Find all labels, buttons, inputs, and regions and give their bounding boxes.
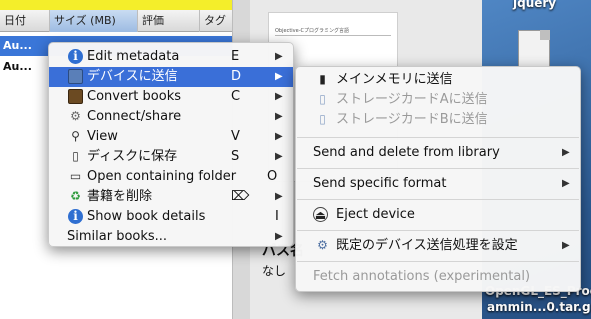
recycle-icon: ♻ — [70, 189, 81, 203]
menu-item-edit-metadata[interactable]: i Edit metadata E ▶ — [49, 47, 293, 67]
cover-title: Objective-Cプログラミング言語 — [275, 28, 350, 34]
details-value: なし — [262, 264, 287, 278]
menu-item-similar-books[interactable]: Similar books... ▶ — [49, 227, 293, 247]
send-to-device-submenu: ▮ メインメモリに送信 ▯ ストレージカードAに送信 ▯ ストレージカードBに送… — [295, 66, 581, 292]
connect-icon: ⚙ — [70, 109, 81, 123]
eject-icon: ⏏ — [313, 207, 328, 222]
submenu-arrow-icon: ▶ — [275, 191, 283, 202]
menu-item-connect-share[interactable]: ⚙ Connect/share ▶ — [49, 107, 293, 127]
menu-item-convert-books[interactable]: Convert books C ▶ — [49, 87, 293, 107]
menu-item-remove-books[interactable]: ♻ 書籍を削除 ⌦ ▶ — [49, 187, 293, 207]
cover-rule — [275, 35, 391, 36]
table-header: 日付 サイズ (MB) 評価 タグ — [0, 10, 245, 32]
column-header-rating[interactable]: 評価 — [138, 10, 200, 32]
menu-item-view[interactable]: ⚲ View V ▶ — [49, 127, 293, 147]
menu-item-send-card-b[interactable]: ▯ ストレージカードBに送信 — [296, 110, 580, 130]
menu-separator — [297, 261, 579, 262]
submenu-arrow-icon: ▶ — [562, 147, 570, 158]
menu-separator — [297, 230, 579, 231]
info-icon: i — [68, 209, 83, 224]
yellow-status-bar — [0, 0, 245, 10]
menu-item-send-to-device[interactable]: デバイスに送信 D ▶ — [49, 67, 293, 87]
submenu-arrow-icon: ▶ — [275, 231, 283, 242]
menu-item-default-send-action[interactable]: ⚙ 既定のデバイス送信処理を設定 ▶ — [296, 236, 580, 256]
menu-item-save-to-disk[interactable]: ▯ ディスクに保存 S ▶ — [49, 147, 293, 167]
menu-item-open-containing-folder[interactable]: ▭ Open containing folder O — [49, 167, 293, 187]
submenu-arrow-icon: ▶ — [275, 111, 283, 122]
submenu-arrow-icon: ▶ — [275, 151, 283, 162]
submenu-arrow-icon: ▶ — [275, 51, 283, 62]
column-header-date[interactable]: 日付 — [0, 10, 50, 32]
submenu-arrow-icon: ▶ — [562, 240, 570, 251]
desktop-label-jquery[interactable]: jquery — [513, 0, 556, 10]
desktop-file-label-cont[interactable]: ammin...0.tar.gz — [487, 300, 591, 314]
gear-icon: ⚙ — [317, 238, 328, 252]
menu-item-fetch-annotations[interactable]: Fetch annotations (experimental) — [296, 267, 580, 287]
disk-icon: ▯ — [72, 149, 79, 163]
menu-item-send-specific-format[interactable]: Send specific format ▶ — [296, 174, 580, 194]
document-icon[interactable] — [518, 30, 550, 70]
book-icon — [68, 89, 83, 104]
menu-item-send-main-memory[interactable]: ▮ メインメモリに送信 — [296, 70, 580, 90]
menu-item-eject-device[interactable]: ⏏ Eject device — [296, 205, 580, 225]
column-header-size[interactable]: サイズ (MB) — [50, 10, 138, 32]
folder-icon: ▭ — [69, 169, 82, 183]
menu-item-send-and-delete[interactable]: Send and delete from library ▶ — [296, 143, 580, 163]
phone-icon: ▮ — [319, 72, 326, 86]
card-icon: ▯ — [319, 112, 326, 126]
card-icon: ▯ — [319, 92, 326, 106]
info-icon: i — [68, 49, 83, 64]
menu-separator — [297, 168, 579, 169]
magnifier-icon: ⚲ — [71, 129, 80, 143]
submenu-arrow-icon: ▶ — [275, 71, 283, 82]
menu-item-show-book-details[interactable]: i Show book details I — [49, 207, 293, 227]
menu-separator — [297, 199, 579, 200]
menu-separator — [297, 137, 579, 138]
submenu-arrow-icon: ▶ — [275, 91, 283, 102]
context-menu: i Edit metadata E ▶ デバイスに送信 D ▶ Convert … — [48, 42, 294, 247]
submenu-arrow-icon: ▶ — [275, 131, 283, 142]
menu-item-send-card-a[interactable]: ▯ ストレージカードAに送信 — [296, 90, 580, 110]
device-icon — [68, 69, 83, 84]
submenu-arrow-icon: ▶ — [562, 178, 570, 189]
